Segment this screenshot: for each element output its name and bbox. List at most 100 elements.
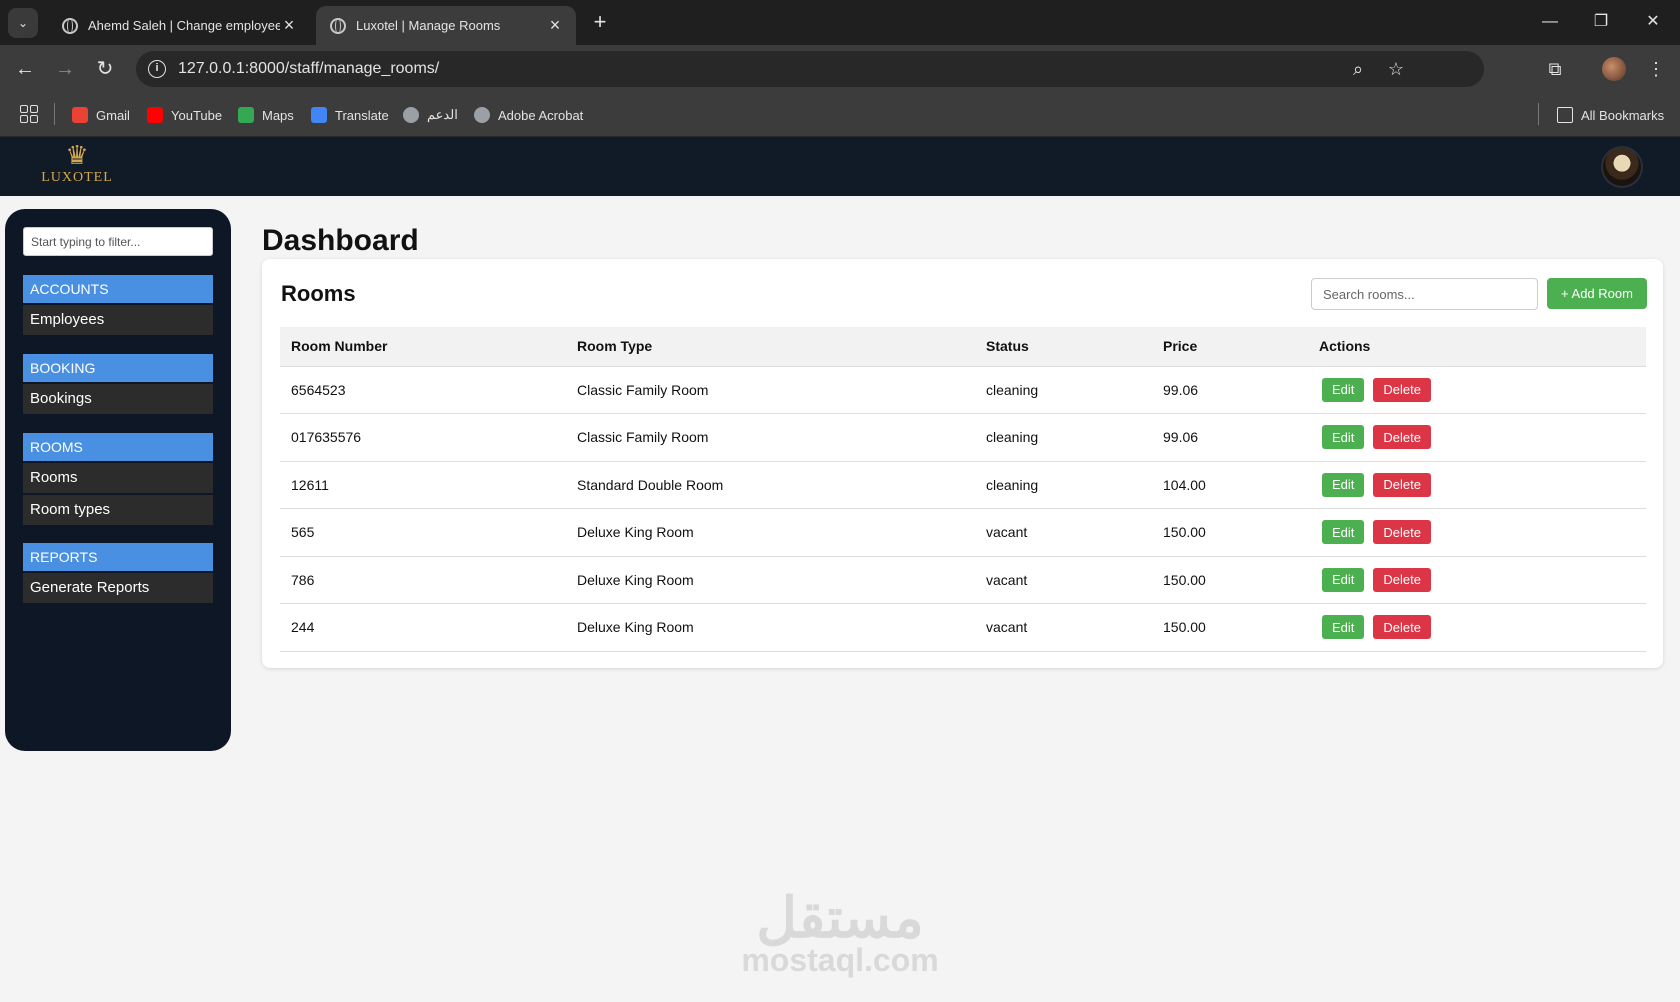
sidebar-item-bookings[interactable]: Bookings: [23, 384, 213, 414]
table-row: 244 Deluxe King Room vacant 150.00 Edit D…: [280, 603, 1646, 652]
bookmark-adobe-acrobat[interactable]: Adobe Acrobat: [474, 105, 583, 125]
room-type: Deluxe King Room: [566, 508, 975, 557]
window-close-icon[interactable]: ✕: [1638, 10, 1668, 34]
room-type: Classic Family Room: [566, 366, 975, 414]
sidebar-item-rooms[interactable]: Rooms: [23, 463, 213, 493]
bookmark-label: Gmail: [96, 107, 130, 123]
forward-arrow-icon[interactable]: →: [51, 55, 79, 83]
bookmark-maps[interactable]: Maps: [238, 105, 294, 125]
globe-icon: [474, 107, 490, 123]
room-price: 150.00: [1152, 603, 1308, 652]
room-price: 150.00: [1152, 556, 1308, 604]
bookmark-label: YouTube: [171, 107, 223, 123]
room-number: 786: [280, 556, 566, 604]
edit-button[interactable]: Edit: [1322, 567, 1365, 592]
sidebar-section-rooms[interactable]: ROOMS: [23, 433, 213, 461]
edit-button[interactable]: Edit: [1322, 472, 1365, 497]
watermark-latin: mostaql.com: [741, 942, 939, 978]
site-info-icon[interactable]: i: [148, 60, 166, 78]
browser-toolbar: ← → ↻ i 127.0.0.1:8000/staff/manage_room…: [0, 45, 1680, 92]
globe-icon: [62, 17, 78, 34]
room-type: Deluxe King Room: [566, 603, 975, 652]
delete-button[interactable]: Delete: [1373, 520, 1431, 545]
url-text: 127.0.0.1:8000/staff/manage_rooms/: [178, 60, 440, 77]
search-rooms-input[interactable]: [1311, 278, 1538, 310]
menu-kebab-icon[interactable]: ⋮: [1642, 55, 1670, 83]
room-status: cleaning: [975, 461, 1152, 509]
sidebar-section-booking[interactable]: BOOKING: [23, 354, 213, 382]
sidebar-item-room-types[interactable]: Room types: [23, 495, 213, 525]
user-avatar[interactable]: [1601, 146, 1643, 188]
room-number: 565: [280, 508, 566, 557]
sidebar-section-accounts[interactable]: ACCOUNTS: [23, 275, 213, 303]
browser-tab-strip: ⌄ Ahemd Saleh | Change employee | Django…: [0, 0, 1680, 45]
bookmark-separator: [54, 103, 55, 125]
new-tab-button[interactable]: +: [588, 10, 612, 34]
reload-icon[interactable]: ↻: [91, 55, 119, 83]
room-type: Standard Double Room: [566, 461, 975, 509]
column-header: Room Type: [566, 327, 975, 367]
edit-button[interactable]: Edit: [1322, 377, 1365, 402]
room-number: 12611: [280, 461, 566, 509]
apps-grid-icon[interactable]: [20, 105, 38, 123]
row-actions: Edit Delete: [1308, 366, 1646, 414]
bookmark-gmail[interactable]: Gmail: [72, 105, 130, 125]
translate-icon: [311, 107, 327, 123]
globe-icon: [330, 17, 346, 34]
room-number: 244: [280, 603, 566, 652]
globe-icon: [403, 107, 419, 123]
mostaql-watermark: مستقل mostaql.com: [700, 890, 980, 979]
tab-change-employee[interactable]: Ahemd Saleh | Change employee | Django s…: [48, 6, 310, 45]
sidebar-item-employees[interactable]: Employees: [23, 305, 213, 335]
bookmark-translate[interactable]: Translate: [311, 105, 389, 125]
rooms-table: Room Number Room Type Status Price Actio…: [280, 327, 1646, 652]
profile-avatar[interactable]: [1602, 57, 1626, 81]
all-bookmarks[interactable]: All Bookmarks: [1557, 105, 1664, 125]
column-header: Actions: [1308, 327, 1646, 367]
row-actions: Edit Delete: [1308, 461, 1646, 509]
delete-button[interactable]: Delete: [1373, 425, 1431, 450]
room-number: 6564523: [280, 366, 566, 414]
room-number: 017635576: [280, 413, 566, 462]
column-header: Status: [975, 327, 1152, 367]
delete-button[interactable]: Delete: [1373, 377, 1431, 402]
sidebar-item-generate-reports[interactable]: Generate Reports: [23, 573, 213, 603]
maps-icon: [238, 107, 254, 123]
tab-title: Ahemd Saleh | Change employee | Django s…: [88, 18, 280, 33]
column-header: Room Number: [280, 327, 566, 367]
close-icon[interactable]: ×: [546, 15, 564, 36]
bookmark-label: الدعم: [427, 107, 458, 122]
delete-button[interactable]: Delete: [1373, 472, 1431, 497]
minimize-icon[interactable]: —: [1535, 10, 1565, 34]
room-status: vacant: [975, 603, 1152, 652]
address-bar[interactable]: i 127.0.0.1:8000/staff/manage_rooms/ ⌕ ☆: [136, 51, 1484, 87]
sidebar-filter-input[interactable]: [23, 227, 213, 256]
table-row: 565 Deluxe King Room vacant 150.00 Edit D…: [280, 508, 1646, 557]
bookmark-youtube[interactable]: YouTube: [147, 105, 222, 125]
restore-icon[interactable]: ❐: [1586, 10, 1616, 34]
extensions-icon[interactable]: ⧉: [1541, 55, 1569, 83]
back-arrow-icon[interactable]: ←: [11, 55, 39, 83]
edit-button[interactable]: Edit: [1322, 425, 1365, 450]
gmail-icon: [72, 107, 88, 123]
tab-search-button[interactable]: ⌄: [8, 8, 38, 38]
tab-manage-rooms[interactable]: Luxotel | Manage Rooms ×: [316, 6, 576, 45]
delete-button[interactable]: Delete: [1373, 567, 1431, 592]
edit-button[interactable]: Edit: [1322, 520, 1365, 545]
brand-name: LUXOTEL: [41, 170, 113, 185]
bookmark-support[interactable]: الدعم: [403, 105, 458, 125]
luxotel-logo[interactable]: ♛ LUXOTEL: [38, 140, 116, 192]
row-actions: Edit Delete: [1308, 508, 1646, 557]
sidebar-section-reports[interactable]: REPORTS: [23, 543, 213, 571]
edit-button[interactable]: Edit: [1322, 615, 1365, 640]
add-room-button[interactable]: + Add Room: [1547, 278, 1647, 309]
bookmark-label: Translate: [335, 107, 389, 123]
zoom-icon[interactable]: ⌕: [1346, 57, 1370, 81]
row-actions: Edit Delete: [1308, 603, 1646, 652]
delete-button[interactable]: Delete: [1373, 615, 1431, 640]
watermark-arabic: مستقل: [756, 886, 924, 949]
bookmark-star-icon[interactable]: ☆: [1384, 57, 1408, 81]
close-icon[interactable]: ×: [280, 15, 298, 36]
rooms-card: Rooms + Add Room Room Number Room Type S…: [262, 259, 1663, 668]
room-type: Classic Family Room: [566, 413, 975, 462]
